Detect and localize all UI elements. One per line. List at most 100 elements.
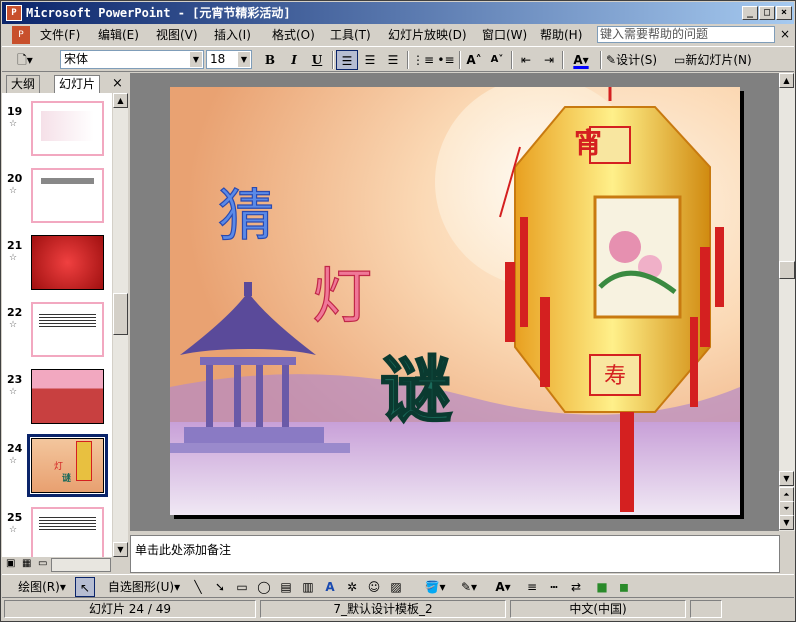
minimize-button[interactable]: _ bbox=[742, 6, 758, 20]
arrow-icon[interactable]: ➘ bbox=[210, 577, 230, 597]
editor-scrollbar[interactable]: ▲ ▼ ⏶ ⏷ ▼ bbox=[779, 73, 795, 531]
animation-star-icon: ☆ bbox=[9, 320, 18, 330]
menu-slideshow[interactable]: 幻灯片放映(D) bbox=[388, 27, 467, 43]
slide-preview bbox=[31, 507, 104, 562]
slide-preview bbox=[31, 302, 104, 357]
underline-button[interactable]: U bbox=[307, 50, 327, 70]
new-slide-button[interactable]: ▭新幻灯片(N) bbox=[674, 50, 766, 70]
tab-slides[interactable]: 幻灯片 bbox=[54, 75, 101, 93]
font-size-select[interactable]: 18 ▼ bbox=[206, 50, 252, 69]
fill-color-icon[interactable]: 🪣▾ bbox=[420, 577, 450, 597]
scroll-up-icon[interactable]: ▲ bbox=[779, 73, 794, 88]
powerpoint-app-icon[interactable]: P bbox=[6, 5, 22, 21]
menu-insert[interactable]: 插入(I) bbox=[214, 27, 251, 43]
tab-outline[interactable]: 大纲 bbox=[6, 75, 41, 93]
numbering-icon[interactable]: ⋮≡ bbox=[412, 50, 434, 70]
help-search-input[interactable]: 键入需要帮助的问题 bbox=[597, 26, 775, 43]
line-icon[interactable]: ╲ bbox=[188, 577, 208, 597]
new-slide-icon: ▭ bbox=[674, 53, 686, 67]
slide-thumbnail[interactable]: 21 ☆ bbox=[4, 233, 110, 301]
align-right-icon[interactable]: ☰ bbox=[382, 50, 404, 70]
menu-file[interactable]: 文件(F) bbox=[40, 27, 80, 43]
formatting-toolbar: 🗋▾ 宋体 ▼ 18 ▼ B I U ☰ ☰ ☰ ⋮≡ •≡ A˄ A˅ ⇤ ⇥ A… bbox=[2, 46, 794, 72]
font-name-select[interactable]: 宋体 ▼ bbox=[60, 50, 204, 69]
dash-style-icon[interactable]: ┅ bbox=[544, 577, 564, 597]
maximize-button[interactable]: □ bbox=[759, 6, 775, 20]
scroll-up-icon[interactable]: ▲ bbox=[113, 93, 128, 108]
slide-thumbnail[interactable]: 23 ☆ bbox=[4, 367, 110, 435]
bullets-icon[interactable]: •≡ bbox=[435, 50, 457, 70]
align-left-icon[interactable]: ☰ bbox=[336, 50, 358, 70]
rectangle-icon[interactable]: ▭ bbox=[232, 577, 252, 597]
slide-editor: 宵 寿 猜 灯 谜 bbox=[130, 73, 779, 531]
diagram-icon[interactable]: ✲ bbox=[342, 577, 362, 597]
menu-format[interactable]: 格式(O) bbox=[272, 27, 315, 43]
document-close-icon[interactable]: × bbox=[780, 27, 790, 41]
textbox-icon[interactable]: ▤ bbox=[276, 577, 296, 597]
align-center-icon[interactable]: ☰ bbox=[359, 50, 381, 70]
slide-preview bbox=[31, 369, 104, 424]
toolbar-separator bbox=[407, 51, 409, 69]
current-slide[interactable]: 宵 寿 猜 灯 谜 bbox=[170, 87, 740, 515]
scroll-down-icon[interactable]: ▼ bbox=[113, 542, 128, 557]
slideshow-view-icon[interactable]: ▭ bbox=[38, 558, 47, 569]
thumbnail-scrollbar[interactable]: ▲ ▼ bbox=[113, 93, 128, 557]
animation-star-icon: ☆ bbox=[9, 387, 18, 397]
slide-preview bbox=[31, 235, 104, 290]
animation-star-icon: ☆ bbox=[9, 186, 18, 196]
design-button[interactable]: ✎设计(S) bbox=[606, 50, 670, 70]
close-button[interactable]: × bbox=[776, 6, 792, 20]
next-slide-icon[interactable]: ⏷ bbox=[779, 501, 794, 516]
animation-star-icon: ☆ bbox=[9, 253, 18, 263]
vertical-textbox-icon[interactable]: ▥ bbox=[298, 577, 318, 597]
slide-thumbnail[interactable]: 19 ☆ bbox=[4, 99, 110, 167]
drawing-font-color-icon[interactable]: A▾ bbox=[488, 577, 518, 597]
new-document-icon[interactable]: 🗋▾ bbox=[12, 50, 38, 70]
menu-view[interactable]: 视图(V) bbox=[156, 27, 198, 43]
chevron-down-icon: ▼ bbox=[238, 52, 250, 67]
decrease-font-icon[interactable]: A˅ bbox=[486, 50, 508, 70]
wordart-icon[interactable]: A bbox=[320, 577, 340, 597]
slide-thumbnail[interactable]: 20 ☆ bbox=[4, 166, 110, 234]
arrow-style-icon[interactable]: ⇄ bbox=[566, 577, 586, 597]
document-icon[interactable]: P bbox=[12, 26, 30, 44]
scroll-end-icon[interactable]: ▼ bbox=[779, 515, 794, 530]
draw-menu-button[interactable]: 绘图(R)▾ bbox=[14, 577, 70, 597]
normal-view-icon[interactable]: ▣ bbox=[6, 558, 15, 569]
bold-button[interactable]: B bbox=[260, 50, 280, 70]
pane-close-icon[interactable]: × bbox=[112, 76, 123, 91]
clipart-icon[interactable]: ☺ bbox=[364, 577, 384, 597]
decrease-indent-icon[interactable]: ⇤ bbox=[515, 50, 537, 70]
title-bar[interactable]: P Microsoft PowerPoint - [元宵节精彩活动] _ □ × bbox=[2, 2, 794, 24]
increase-font-icon[interactable]: A˄ bbox=[463, 50, 485, 70]
slide-thumbnail[interactable]: 22 ☆ bbox=[4, 300, 110, 368]
slide-thumbnail-current[interactable]: 24 ☆ 灯 谜 bbox=[4, 434, 110, 504]
increase-indent-icon[interactable]: ⇥ bbox=[538, 50, 560, 70]
italic-button[interactable]: I bbox=[284, 50, 304, 70]
slide-preview: 灯 谜 bbox=[31, 438, 104, 493]
menu-help[interactable]: 帮助(H) bbox=[540, 27, 582, 43]
menu-tools[interactable]: 工具(T) bbox=[330, 27, 371, 43]
font-color-icon[interactable]: A▾ bbox=[566, 50, 596, 70]
oval-icon[interactable]: ◯ bbox=[254, 577, 274, 597]
horizontal-scrollbar[interactable] bbox=[51, 558, 111, 572]
window-title: Microsoft PowerPoint - [元宵节精彩活动] bbox=[26, 6, 291, 20]
3d-icon[interactable]: ◼ bbox=[614, 577, 634, 597]
picture-icon[interactable]: ▨ bbox=[386, 577, 406, 597]
menu-edit[interactable]: 编辑(E) bbox=[98, 27, 139, 43]
shadow-icon[interactable]: ■ bbox=[592, 577, 612, 597]
menu-window[interactable]: 窗口(W) bbox=[482, 27, 527, 43]
select-arrow-icon[interactable]: ↖ bbox=[75, 577, 95, 597]
title-char-2: 灯 bbox=[312, 262, 372, 332]
sorter-view-icon[interactable]: ▦ bbox=[22, 558, 31, 569]
scroll-down-icon[interactable]: ▼ bbox=[779, 471, 794, 486]
line-color-icon[interactable]: ✎▾ bbox=[454, 577, 484, 597]
scroll-thumb[interactable] bbox=[113, 293, 128, 335]
scroll-thumb[interactable] bbox=[779, 261, 795, 279]
previous-slide-icon[interactable]: ⏶ bbox=[779, 487, 794, 502]
line-style-icon[interactable]: ≡ bbox=[522, 577, 542, 597]
status-language: 中文(中国) bbox=[510, 600, 686, 618]
slide-thumbnail-list: 19 ☆ 20 ☆ 21 ☆ 22 ☆ 23 ☆ 24 ☆ 灯 谜 25 ☆ bbox=[2, 93, 112, 573]
notes-pane[interactable]: 单击此处添加备注 bbox=[130, 535, 780, 573]
autoshapes-button[interactable]: 自选图形(U)▾ bbox=[102, 577, 186, 597]
